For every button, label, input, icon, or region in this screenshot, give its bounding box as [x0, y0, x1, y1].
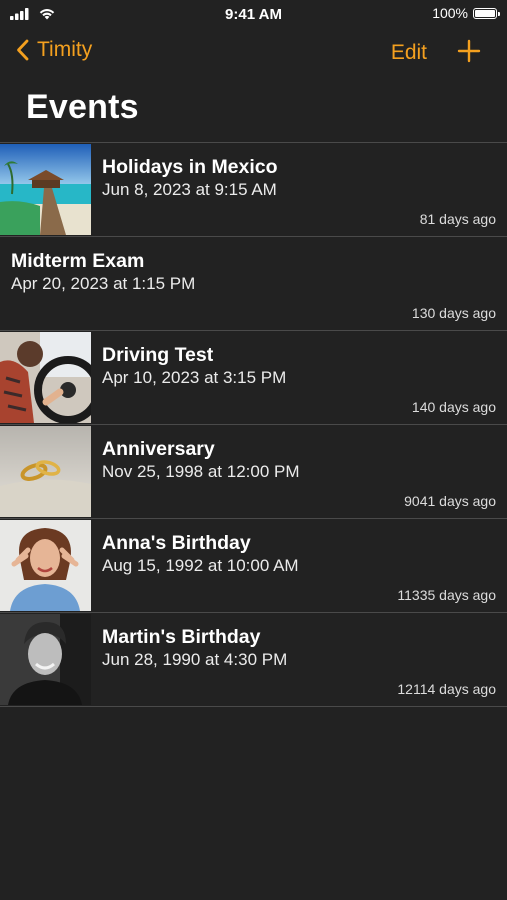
event-row-holidays-in-mexico[interactable]: Holidays in Mexico Jun 8, 2023 at 9:15 A… — [0, 143, 507, 237]
page-title: Events — [26, 88, 139, 126]
chevron-left-icon — [17, 39, 29, 61]
back-label: Timity — [37, 38, 93, 61]
back-button[interactable]: Timity — [16, 38, 92, 62]
plus-icon[interactable] — [457, 39, 481, 63]
status-right: 100% — [432, 5, 500, 21]
wedding-rings-photo — [0, 426, 91, 517]
edit-button[interactable]: Edit — [391, 41, 427, 65]
events-list: Holidays in Mexico Jun 8, 2023 at 9:15 A… — [0, 142, 507, 707]
event-days-ago: 12114 days ago — [397, 681, 496, 697]
event-days-ago: 11335 days ago — [397, 587, 496, 603]
steering-wheel-photo — [0, 332, 91, 423]
event-title: Anniversary — [102, 438, 215, 460]
battery-level — [475, 9, 495, 17]
event-title: Martin's Birthday — [102, 626, 261, 648]
woman-portrait-photo — [0, 520, 91, 611]
event-row-midterm-exam[interactable]: Midterm Exam Apr 20, 2023 at 1:15 PM 130… — [0, 237, 507, 331]
event-row-anniversary[interactable]: Anniversary Nov 25, 1998 at 12:00 PM 904… — [0, 425, 507, 519]
battery-percentage: 100% — [432, 5, 468, 21]
event-date: Nov 25, 1998 at 12:00 PM — [102, 462, 300, 481]
event-date: Aug 15, 1992 at 10:00 AM — [102, 556, 299, 575]
event-date: Jun 8, 2023 at 9:15 AM — [102, 180, 277, 199]
event-title: Midterm Exam — [11, 250, 145, 272]
event-days-ago: 130 days ago — [411, 305, 496, 321]
event-title: Anna's Birthday — [102, 532, 251, 554]
event-days-ago: 9041 days ago — [404, 493, 496, 509]
event-title: Holidays in Mexico — [102, 156, 278, 178]
event-row-martins-birthday[interactable]: Martin's Birthday Jun 28, 1990 at 4:30 P… — [0, 613, 507, 707]
event-date: Apr 10, 2023 at 3:15 PM — [102, 368, 287, 387]
battery-icon — [473, 7, 500, 19]
event-row-annas-birthday[interactable]: Anna's Birthday Aug 15, 1992 at 10:00 AM… — [0, 519, 507, 613]
man-portrait-photo — [0, 614, 91, 705]
navigation-bar: Timity Edit — [0, 30, 507, 76]
event-row-driving-test[interactable]: Driving Test Apr 10, 2023 at 3:15 PM 140… — [0, 331, 507, 425]
event-date: Apr 20, 2023 at 1:15 PM — [11, 274, 196, 293]
beach-bungalow-photo — [0, 144, 91, 235]
event-title: Driving Test — [102, 344, 214, 366]
event-days-ago: 140 days ago — [411, 399, 496, 415]
status-time: 9:41 AM — [225, 6, 282, 23]
status-bar: 9:41 AM 100% — [0, 0, 507, 28]
event-date: Jun 28, 1990 at 4:30 PM — [102, 650, 288, 669]
event-days-ago: 81 days ago — [419, 211, 496, 227]
